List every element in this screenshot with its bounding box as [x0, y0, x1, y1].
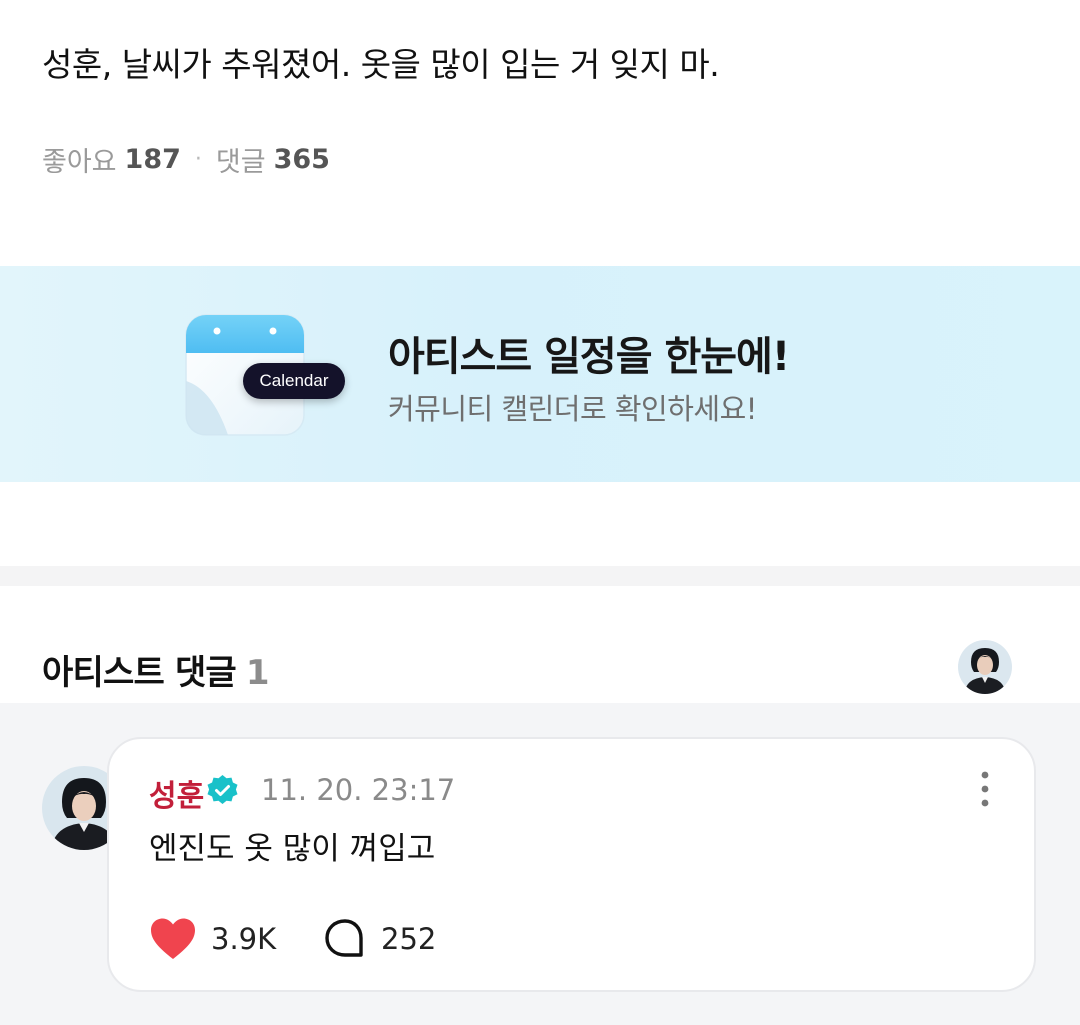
comment-like-button[interactable]: 3.9K — [149, 914, 276, 964]
verified-badge-icon — [207, 775, 238, 804]
stats-separator: · — [194, 147, 202, 172]
section-divider — [0, 566, 1080, 586]
speech-bubble-icon — [325, 919, 363, 957]
comment-body: 엔진도 옷 많이 껴입고 — [149, 831, 436, 867]
artist-comments-count: 1 — [245, 653, 270, 693]
comments-label: 댓글 — [215, 147, 266, 178]
likes-label: 좋아요 — [42, 147, 117, 178]
banner-title: 아티스트 일정을 한눈에! — [388, 334, 790, 380]
comment-author[interactable]: 성훈 — [149, 771, 204, 815]
post-comments-stat[interactable]: 댓글 365 — [216, 140, 330, 179]
heart-icon — [151, 918, 195, 959]
avatar-image — [958, 640, 1012, 694]
calendar-banner[interactable]: Calendar 아티스트 일정을 한눈에! 커뮤니티 캘린더로 확인하세요! — [0, 266, 1080, 482]
artist-comment-card: 성훈 11. 20. 23:17 엔진도 옷 많이 껴입고 3.9K 252 — [107, 737, 1036, 992]
calendar-pill: Calendar — [243, 363, 345, 399]
artist-comments-header: 아티스트 댓글 1 — [42, 645, 270, 694]
artist-avatar-small[interactable] — [958, 640, 1012, 694]
more-options-icon[interactable] — [969, 769, 1001, 809]
post-text: 성훈, 날씨가 추워졌어. 옷을 많이 입는 거 잊지 마. — [42, 45, 720, 84]
comment-timestamp: 11. 20. 23:17 — [261, 773, 456, 807]
comment-like-count: 3.9K — [211, 922, 277, 956]
comments-count: 365 — [273, 144, 330, 175]
likes-count: 187 — [124, 144, 181, 175]
post-stats: 좋아요 187 · 댓글 365 — [42, 140, 330, 179]
artist-comments-title: 아티스트 댓글 — [42, 653, 237, 693]
comment-reply-button[interactable]: 252 — [323, 914, 436, 964]
banner-subtitle: 커뮤니티 캘린더로 확인하세요! — [388, 392, 757, 426]
comment-reply-count: 252 — [381, 922, 437, 956]
post-likes-stat[interactable]: 좋아요 187 — [42, 140, 181, 179]
